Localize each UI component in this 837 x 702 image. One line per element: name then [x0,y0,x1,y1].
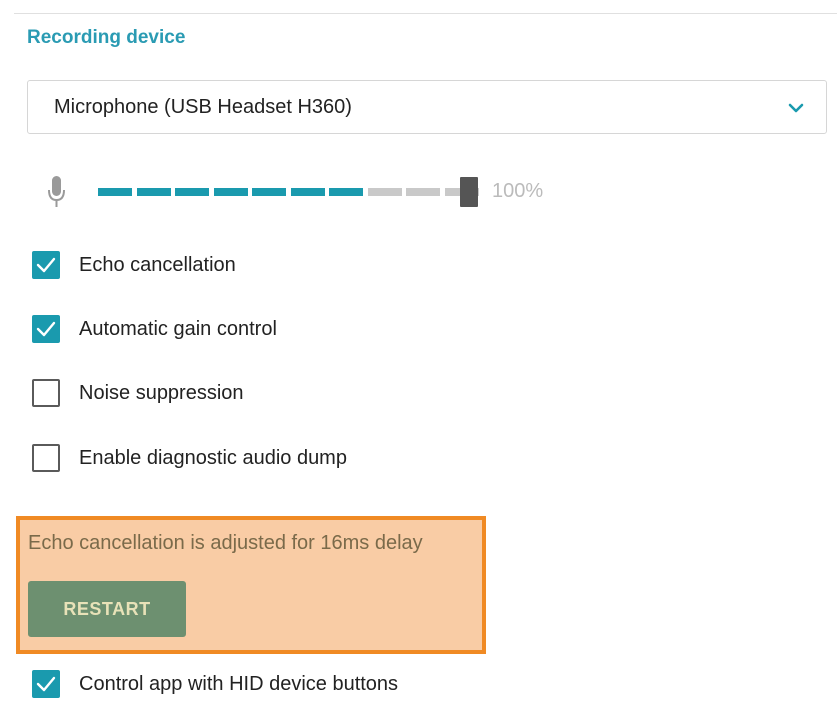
level-segment [329,188,363,196]
checkbox-echo-cancellation-row[interactable]: Echo cancellation [32,250,236,280]
level-segment [367,188,402,196]
microphone-icon [48,176,65,207]
echo-delay-notice: Echo cancellation is adjusted for 16ms d… [16,516,486,654]
checkbox-hid-control-row[interactable]: Control app with HID device buttons [32,669,398,699]
hid-control-label: Control app with HID device buttons [79,672,399,695]
level-segment [252,188,286,196]
automatic-gain-control-label: Automatic gain control [79,317,277,340]
restart-button[interactable]: RESTART [28,581,186,637]
notice-message: Echo cancellation is adjusted for 16ms d… [28,532,423,554]
section-title: Recording device [27,27,186,48]
level-segment [406,188,440,196]
automatic-gain-control-checkbox[interactable] [32,315,60,343]
level-segment [136,188,171,196]
chevron-down-icon [788,103,804,113]
level-segment [213,188,248,196]
level-segment [290,188,325,196]
recording-device-select[interactable]: Microphone (USB Headset H360) [27,80,827,134]
diagnostic-audio-dump-checkbox[interactable] [32,444,60,472]
checkbox-automatic-gain-control-row[interactable]: Automatic gain control [32,314,277,344]
input-level-meter: 100% [44,172,604,212]
level-segment [175,188,209,196]
top-divider [14,13,837,14]
echo-cancellation-checkbox[interactable] [32,251,60,279]
volume-slider-thumb[interactable] [460,177,478,207]
echo-cancellation-label: Echo cancellation [79,253,236,276]
noise-suppression-checkbox[interactable] [32,379,60,407]
noise-suppression-label: Noise suppression [79,381,244,404]
checkbox-diagnostic-audio-dump-row[interactable]: Enable diagnostic audio dump [32,443,347,473]
hid-control-checkbox[interactable] [32,670,60,698]
checkbox-noise-suppression-row[interactable]: Noise suppression [32,378,244,408]
volume-percent-label: 100% [492,180,544,202]
level-segment [98,188,132,196]
selected-device-value: Microphone (USB Headset H360) [54,95,352,118]
diagnostic-audio-dump-label: Enable diagnostic audio dump [79,446,347,469]
